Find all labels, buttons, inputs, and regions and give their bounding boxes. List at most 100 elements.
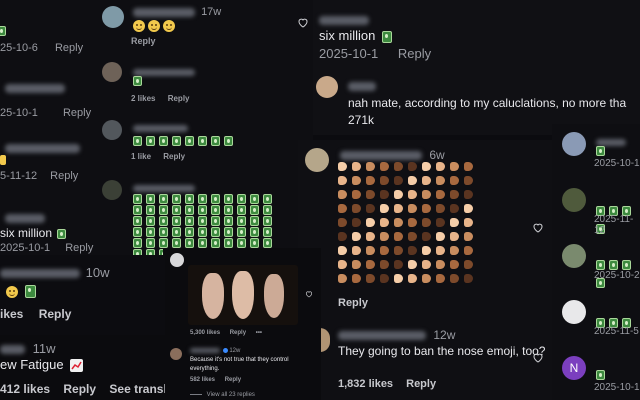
reply-button[interactable]: Reply [225, 377, 241, 383]
banknote-emoji-icon [224, 215, 233, 226]
reply-button[interactable]: Reply [50, 170, 78, 182]
smiling-face-icon [163, 19, 175, 32]
banknote-emoji-icon [185, 215, 194, 226]
likes-count[interactable]: 2 likes [131, 94, 155, 103]
pointing-hand-emoji-icon [408, 218, 417, 227]
comment-4-meta: 2025-10-1 Reply [0, 242, 93, 254]
pointing-hand-emoji-icon [464, 260, 473, 269]
pointing-hand-emoji-icon [408, 176, 417, 185]
comment-date: 5-11-12 [0, 170, 38, 182]
pointing-hand-emoji-icon [464, 274, 473, 283]
reply-button[interactable]: Reply [39, 307, 72, 321]
pointing-hand-emoji-icon [422, 274, 431, 283]
banknote-emoji-icon [133, 226, 142, 237]
pointing-hand-emoji-icon [422, 204, 431, 213]
banknote-emoji-icon [198, 193, 207, 204]
comment-time: 10w [85, 265, 110, 280]
pointing-hand-emoji-icon [366, 204, 375, 213]
pointing-hand-emoji-icon [394, 246, 403, 255]
pointing-hand-emoji-icon [338, 232, 347, 241]
verified-badge-icon [222, 348, 228, 353]
reply-button[interactable]: Reply [55, 42, 83, 54]
pointing-hand-emoji-icon [422, 176, 431, 185]
banknote-emoji-icon [250, 237, 259, 248]
pointing-hand-emoji-icon [464, 232, 473, 241]
reply-button[interactable]: Reply [230, 330, 246, 336]
avatar [170, 253, 184, 267]
pointing-hand-emoji-icon [338, 190, 347, 199]
pointing-hand-emoji-icon [394, 260, 403, 269]
comment-2-meta: 25-10-1 Reply [0, 107, 91, 119]
comment-text: Because it's not true that they control … [190, 357, 289, 372]
more-options-icon[interactable]: ••• [256, 330, 262, 336]
banknote-emoji-icon [211, 215, 220, 226]
banknote-emoji-icon [146, 226, 155, 237]
heart-outline-icon[interactable] [532, 352, 544, 363]
likes-count[interactable]: 412 likes [0, 382, 50, 396]
pointing-hand-emoji-icon [366, 190, 375, 199]
banknote-emoji-icon [237, 226, 246, 237]
avatar [562, 300, 586, 324]
likes-count[interactable]: 1 like [131, 152, 151, 161]
reply-button[interactable]: Reply [63, 107, 91, 119]
reply-button[interactable]: Reply [338, 297, 368, 309]
heart-outline-icon[interactable] [532, 222, 544, 233]
likes-count[interactable]: ikes [0, 307, 23, 321]
comment-emoji [6, 283, 40, 301]
reply-button[interactable]: Reply [163, 152, 185, 161]
pointing-hand-emoji-icon [450, 232, 459, 241]
pointing-hand-emoji-icon [450, 246, 459, 255]
banknote-emoji-icon [159, 193, 168, 204]
comment-panel-nose-emoji: 6w Reply 12w They going to ban the nose … [298, 140, 552, 400]
banknote-emoji-icon [146, 237, 155, 248]
pointing-hand-emoji-icon [380, 246, 389, 255]
banknote-emoji-icon [250, 215, 259, 226]
comment-header: 12w [338, 328, 455, 342]
likes-count[interactable]: 5,300 likes [190, 330, 220, 336]
see-translation-link[interactable]: See transla [109, 382, 165, 396]
banknote-emoji-icon [133, 237, 142, 248]
heart-outline-icon[interactable] [305, 290, 313, 298]
pointing-hand-emoji-icon [338, 176, 347, 185]
comment-actions: 582 likes Reply [190, 377, 241, 383]
reply-button[interactable]: Reply [168, 94, 190, 103]
smiling-face-icon [148, 19, 160, 32]
likes-count[interactable]: 1,832 likes [338, 378, 393, 390]
reply-button[interactable]: Reply [131, 36, 156, 46]
pointing-hand-emoji-icon [366, 246, 375, 255]
pointing-hand-emoji-icon [366, 274, 375, 283]
pointing-hand-emoji-icon [450, 274, 459, 283]
banknote-emoji-icon [224, 204, 233, 215]
blurred-username [5, 80, 65, 98]
heart-outline-icon[interactable] [297, 17, 309, 28]
comment-text: six million [319, 28, 376, 43]
banknote-emoji-icon [211, 237, 220, 248]
pointing-hand-emoji-icon [366, 232, 375, 241]
reply-button[interactable]: Reply [398, 46, 431, 61]
reply-button[interactable]: Reply [63, 382, 96, 396]
pointing-hand-emoji-icon [464, 176, 473, 185]
likes-count[interactable]: 582 likes [190, 377, 215, 383]
pointing-hand-emoji-icon [408, 260, 417, 269]
comment-time: 11w [32, 341, 56, 356]
banknote-emoji-icon [250, 204, 259, 215]
comment-header: 12w [190, 348, 240, 354]
avatar [102, 120, 122, 140]
blurred-username [133, 64, 195, 82]
banknote-emoji-icon [172, 204, 181, 215]
pointing-hand-emoji-icon [436, 176, 445, 185]
nose-sculpture [202, 273, 224, 319]
banknote-emoji-icon [159, 204, 168, 215]
reply-button[interactable]: Reply [406, 378, 436, 390]
pointing-hand-emoji-icon [450, 162, 459, 171]
view-replies-link[interactable]: View all 23 replies [190, 392, 255, 398]
comment-time: 17w [201, 6, 222, 18]
pointing-hand-emoji-icon [450, 176, 459, 185]
pointing-hand-emoji-icon [352, 162, 361, 171]
pointing-hand-emoji-icon [436, 204, 445, 213]
comment-panel-bottom-left: 11w ew Fatigue 412 likes Reply See trans… [0, 335, 165, 400]
pointing-hand-emoji-icon [436, 246, 445, 255]
pointing-hand-emoji-icon [380, 190, 389, 199]
banknote-emoji-icon [172, 193, 181, 204]
reply-button[interactable]: Reply [65, 242, 93, 254]
